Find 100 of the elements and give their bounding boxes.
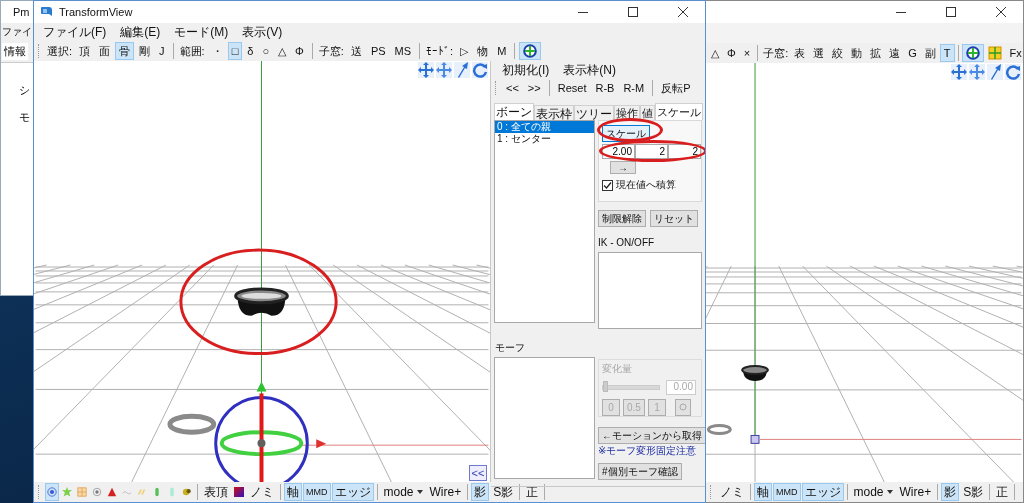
check-button[interactable]: #個別モーフ確認 xyxy=(598,463,682,480)
tool-button[interactable]: δ xyxy=(243,42,258,60)
tool-button[interactable]: 正 xyxy=(523,483,542,501)
tab[interactable]: スケール xyxy=(655,103,703,120)
ring-drawing xyxy=(707,424,732,435)
tool-button[interactable]: 送 xyxy=(346,42,366,60)
tool-button[interactable]: 影 xyxy=(471,483,490,501)
tool-button[interactable]: ・ xyxy=(207,42,227,60)
tool-button[interactable]: R-M xyxy=(619,79,649,97)
value-field[interactable]: 2 xyxy=(635,144,668,159)
tool-button[interactable]: 副 xyxy=(920,44,940,62)
rotate-icon[interactable] xyxy=(1005,64,1021,80)
menu-item[interactable]: ファイル(F) xyxy=(38,23,112,41)
toolbar-button[interactable] xyxy=(519,42,542,60)
tool-button[interactable]: エッジ xyxy=(331,483,374,501)
tab[interactable]: ボーン xyxy=(494,103,534,120)
tool-button[interactable]: PS xyxy=(366,42,390,60)
tool-button[interactable]: << xyxy=(502,79,523,97)
tab[interactable]: ツリー xyxy=(574,105,614,120)
menu-item[interactable]: 表示枠(N) xyxy=(558,61,621,79)
model-drawing xyxy=(234,287,289,316)
tool-button[interactable]: 軸 xyxy=(284,483,302,501)
tool-button[interactable]: 正 xyxy=(993,483,1012,501)
tool-button[interactable]: 影 xyxy=(941,483,960,501)
toolbar-label: 範囲: xyxy=(178,43,206,59)
mode-dropdown[interactable]: mode xyxy=(380,483,426,501)
list-item[interactable]: 1 : センター xyxy=(495,133,594,145)
tool-button[interactable]: 拡 xyxy=(866,44,886,62)
mode-dropdown[interactable]: mode xyxy=(850,483,896,501)
grid-icon xyxy=(77,487,87,497)
tool-button[interactable]: 絞 xyxy=(828,44,848,62)
crosshair-icon xyxy=(523,44,538,58)
tool-button[interactable]: ノミ xyxy=(247,483,277,501)
tool-button[interactable]: MMD xyxy=(773,483,801,501)
tool-button[interactable]: Reset xyxy=(553,79,591,97)
tool-button[interactable]: R-B xyxy=(591,79,619,97)
collapse-button[interactable]: << xyxy=(469,465,487,481)
tool-button[interactable]: △ xyxy=(274,42,291,60)
move-icon[interactable] xyxy=(418,62,434,78)
tool-button[interactable]: △ xyxy=(707,44,723,62)
tool-button[interactable]: 表 xyxy=(790,44,810,62)
tool-button[interactable]: 選 xyxy=(809,44,829,62)
ring-drawing xyxy=(167,413,217,435)
apply-button[interactable]: → xyxy=(610,161,636,174)
tool-button[interactable]: 表頂 xyxy=(201,483,231,501)
tool-button[interactable]: >> xyxy=(523,79,545,97)
tab[interactable]: 情報 xyxy=(2,43,28,60)
tool-button[interactable]: エッジ xyxy=(801,483,844,501)
tool-button[interactable]: 軸 xyxy=(754,483,772,501)
move-icon[interactable] xyxy=(436,62,452,78)
tool-button[interactable]: ノミ xyxy=(717,483,747,501)
tool-button[interactable]: Φ xyxy=(291,42,308,60)
menu-item[interactable]: 表示(V) xyxy=(237,23,288,41)
tool-button[interactable]: 動 xyxy=(847,44,867,62)
tool-button[interactable]: Wire+ xyxy=(426,483,465,501)
tool-button[interactable]: J xyxy=(155,42,169,60)
tool-button[interactable]: S影 xyxy=(490,483,517,501)
toolbar-button[interactable] xyxy=(961,44,984,62)
tool-button[interactable]: 物 xyxy=(473,42,493,60)
triangle-icon xyxy=(107,487,117,497)
marker-icon xyxy=(750,434,760,444)
menu-item[interactable]: ファイ xyxy=(1,23,33,41)
tool-button[interactable]: 骨 xyxy=(115,42,135,60)
tool-button[interactable]: S影 xyxy=(960,483,987,501)
tab[interactable]: 値 xyxy=(640,105,655,120)
tool-button[interactable]: 面 xyxy=(95,42,115,60)
tool-button[interactable]: Wire+ xyxy=(896,483,935,501)
menu-item[interactable]: 初期化(I) xyxy=(497,61,555,79)
move-icon[interactable] xyxy=(951,64,967,80)
tool-button[interactable]: T xyxy=(939,44,955,62)
section-label: モーフ xyxy=(495,341,526,355)
model-drawing xyxy=(741,365,769,381)
maximize-icon xyxy=(946,7,956,17)
tool-button[interactable]: 頂 xyxy=(75,42,95,60)
crosshair-icon xyxy=(965,46,980,60)
tool-button[interactable]: ▷ xyxy=(456,42,473,60)
menu-item[interactable]: モード(M) xyxy=(169,23,234,41)
checkbox[interactable] xyxy=(602,179,613,191)
list-item[interactable]: 0 : 全ての親 xyxy=(495,121,594,133)
tool-button[interactable]: MMD xyxy=(303,483,331,501)
tool-button[interactable]: 遠 xyxy=(885,44,905,62)
motion-button[interactable]: ←モーションから取得 xyxy=(598,427,705,444)
toolbar-label: 選択: xyxy=(46,43,74,59)
tool-button[interactable]: 反転P xyxy=(657,79,695,97)
tool-button[interactable]: M xyxy=(493,42,511,60)
section-label: IK - ON/OFF xyxy=(598,237,656,248)
action-button[interactable]: 制限解除 xyxy=(598,210,646,227)
tab[interactable]: 表示枠 xyxy=(534,105,574,120)
app-icon xyxy=(40,5,53,19)
tool-button[interactable]: × xyxy=(739,44,755,62)
tool-button[interactable]: G xyxy=(904,44,921,62)
tool-button[interactable]: Fx xyxy=(1005,44,1023,62)
tool-button[interactable]: Φ xyxy=(723,44,740,62)
menu-item[interactable]: 編集(E) xyxy=(115,23,166,41)
tool-button[interactable]: ○ xyxy=(258,42,274,60)
tool-button[interactable]: □ xyxy=(227,42,243,60)
action-button[interactable]: リセット xyxy=(650,210,698,227)
rotate-icon[interactable] xyxy=(472,62,488,78)
tool-button[interactable]: MS xyxy=(390,42,416,60)
tool-button[interactable]: 剛 xyxy=(135,42,155,60)
